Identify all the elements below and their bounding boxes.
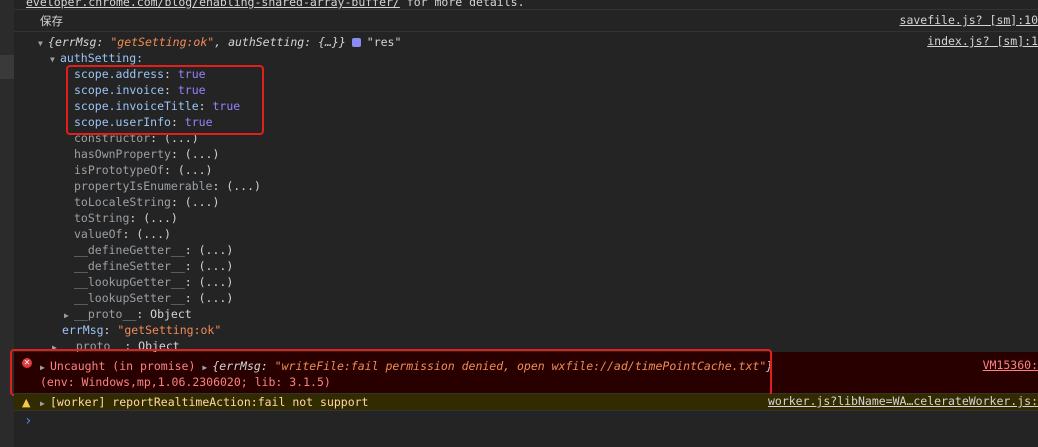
prop-value: "getSetting:ok" [117, 323, 222, 337]
inner-proto-node[interactable]: ▶ __proto__: Object [64, 306, 192, 322]
prop-value: : (...) [212, 179, 261, 193]
proto-prop[interactable]: toLocaleString: (...) [74, 194, 219, 210]
source-link[interactable]: VM15360: [983, 358, 1038, 372]
prop-value: : Object [136, 307, 192, 321]
proto-prop[interactable]: valueOf: (...) [74, 226, 171, 242]
console-prompt-row[interactable]: › [14, 411, 1038, 447]
prop-value: : (...) [184, 259, 234, 273]
truncated-message: eveloper.chrome.com/blog/enabling-shared… [26, 0, 525, 10]
prop-value: : (...) [170, 195, 220, 209]
prop-value: : (...) [170, 147, 220, 161]
warning-icon: ▲ [22, 396, 31, 409]
prop-value: : (...) [184, 243, 234, 257]
prop-key: __defineGetter__ [74, 243, 185, 257]
auth-setting-node[interactable]: ▼ authSetting: [50, 50, 143, 66]
prop-key: hasOwnProperty [74, 147, 171, 161]
collapse-triangle-icon[interactable]: ▼ [50, 52, 60, 68]
summary-value: : {…}} [304, 35, 346, 49]
prop-key: toLocaleString [74, 195, 171, 209]
proto-prop[interactable]: toString: (...) [74, 210, 178, 226]
warning-message[interactable]: ▶ [worker] reportRealtimeAction:fail not … [40, 394, 369, 410]
res-object-summary[interactable]: ▼ {errMsg: "getSetting:ok", authSetting: … [38, 34, 401, 50]
log-text: 保存 [40, 14, 63, 28]
prop-key: valueOf [74, 227, 123, 241]
message-tail: for more details. [399, 0, 525, 9]
prop-errmsg: errMsg: "getSetting:ok" [62, 322, 221, 338]
proto-prop[interactable]: __defineSetter__: (...) [74, 258, 233, 274]
sep: : [96, 35, 111, 49]
summary-value: "getSetting:ok" [110, 35, 215, 49]
proto-prop[interactable]: __lookupGetter__: (...) [74, 274, 233, 290]
brace: { [48, 35, 55, 49]
prop-key: isPrototypeOf [74, 163, 165, 177]
prop-key: __lookupSetter__ [74, 291, 185, 305]
console-row-warning: ▲ ▶ [worker] reportRealtimeAction:fail no… [14, 394, 1038, 411]
source-link[interactable]: worker.js?libName=WA…celerateWorker.js: [768, 394, 1038, 408]
console-row-top: eveloper.chrome.com/blog/enabling-shared… [14, 0, 1038, 10]
prop-key: __defineSetter__ [74, 259, 185, 273]
info-icon[interactable] [351, 38, 361, 47]
log-label: "res" [366, 35, 402, 49]
proto-prop[interactable]: propertyIsEnumerable: (...) [74, 178, 261, 194]
error-highlight-box [10, 349, 772, 396]
collapse-triangle-icon[interactable]: ▼ [38, 36, 48, 52]
prop-key: toString [74, 211, 130, 225]
expand-triangle-icon[interactable]: ▶ [40, 396, 50, 412]
prop-value: : (...) [184, 291, 234, 305]
prop-key: errMsg [62, 323, 104, 337]
prop-value: : (...) [164, 163, 213, 177]
proto-prop[interactable]: __defineGetter__: (...) [74, 242, 233, 258]
console-prompt-icon: › [24, 413, 33, 429]
scope-highlight-box [66, 65, 264, 135]
proto-prop[interactable]: hasOwnProperty: (...) [74, 146, 219, 162]
proto-prop[interactable]: isPrototypeOf: (...) [74, 162, 212, 178]
prop-key: __lookupGetter__ [74, 275, 185, 289]
sep: , [214, 35, 229, 49]
source-link[interactable]: savefile.js? [sm]:10 [900, 13, 1038, 27]
warning-text: [worker] reportRealtimeAction:fail not s… [50, 395, 369, 409]
source-link[interactable]: index.js? [sm]:1 [927, 34, 1038, 48]
prop-key: propertyIsEnumerable [74, 179, 213, 193]
prop-key: authSetting: [60, 51, 144, 65]
gutter-marker [0, 55, 14, 79]
prop-value: : (...) [122, 227, 171, 241]
summary-key: authSetting [228, 35, 305, 49]
summary-key: errMsg [54, 35, 97, 49]
prop-value: : (...) [129, 211, 178, 225]
sep: : [103, 323, 118, 337]
proto-prop[interactable]: __lookupSetter__: (...) [74, 290, 233, 306]
prop-key: __proto__ [74, 307, 137, 321]
blog-link[interactable]: eveloper.chrome.com/blog/enabling-shared… [26, 0, 400, 9]
prop-value: : (...) [184, 275, 234, 289]
console-row-save: 保存 savefile.js? [sm]:10 [14, 10, 1038, 32]
